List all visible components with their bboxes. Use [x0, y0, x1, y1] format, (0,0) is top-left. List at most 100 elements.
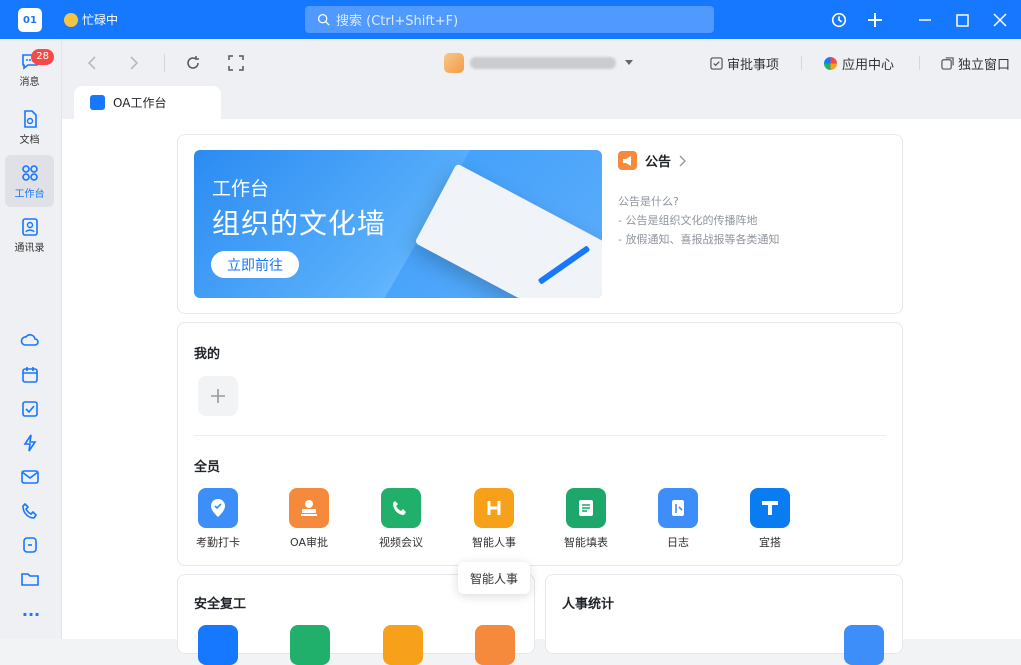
all-section-title: 全员 [194, 460, 221, 475]
sidebar-item-workbench[interactable]: 工作台 [5, 155, 54, 207]
app-smart-form[interactable]: 智能填表 [551, 488, 621, 550]
standalone-window-button[interactable]: 独立窗口 [941, 54, 1010, 73]
more-icon[interactable]: ··· [20, 605, 42, 624]
app-log[interactable]: 日志 [643, 488, 713, 550]
notice-line: 公告是什么? [618, 195, 679, 208]
banner-title: 工作台 [212, 178, 270, 200]
form-icon [566, 488, 606, 528]
stats-app-icon[interactable] [844, 625, 884, 665]
org-logo [444, 53, 464, 73]
main-content: 工作台 组织的文化墙 立即前往 公告 公告是什么? - 公告是组织文化的传播阵地… [62, 119, 1021, 665]
workbench-tab-icon [90, 95, 105, 110]
app-center-button[interactable]: 应用中心 [824, 54, 894, 73]
calendar-icon[interactable] [20, 365, 40, 385]
status-indicator[interactable]: 忙碌中 [64, 11, 118, 28]
document-icon [23, 109, 37, 128]
sidebar-item-label: 工作台 [14, 188, 45, 200]
title-bar: 01 忙碌中 搜索 (Ctrl+Shift+F) [0, 0, 1021, 39]
video-call-icon [381, 488, 421, 528]
app-attendance[interactable]: 考勤打卡 [183, 488, 253, 550]
log-icon [658, 488, 698, 528]
add-icon[interactable] [864, 9, 886, 31]
lightning-icon[interactable] [20, 433, 40, 453]
search-input[interactable]: 搜索 (Ctrl+Shift+F) [305, 6, 714, 33]
standalone-window-icon [941, 57, 954, 70]
forward-icon[interactable] [128, 56, 140, 70]
tab-label: OA工作台 [113, 96, 167, 110]
tab-oa-workbench[interactable]: OA工作台 [74, 86, 221, 119]
todo-icon[interactable] [20, 399, 40, 419]
sidebar-item-documents[interactable]: 文档 [5, 101, 54, 153]
back-icon[interactable] [86, 56, 98, 70]
apps-card: 我的 全员 考勤打卡 OA审批 视频会议 智能人事 智能填表 日志 宜搭 [177, 322, 903, 566]
sidebar-item-messages[interactable]: 消息 28 [5, 43, 54, 95]
approval-label: 审批事项 [727, 58, 780, 73]
heart-app-icon[interactable] [383, 625, 423, 665]
tab-bar: OA工作台 [62, 86, 1021, 119]
standalone-window-label: 独立窗口 [958, 58, 1011, 73]
sidebar-item-label: 文档 [19, 134, 40, 146]
cloud-icon[interactable] [20, 331, 40, 351]
org-name-redacted [470, 57, 616, 69]
drive-icon[interactable] [20, 535, 40, 555]
notice-line: - 放假通知、喜报战报等各类通知 [618, 233, 780, 246]
app-label: 日志 [667, 536, 689, 549]
sidebar-item-contacts[interactable]: 通讯录 [5, 209, 54, 261]
add-app-button[interactable] [198, 376, 238, 416]
status-label: 忙碌中 [82, 13, 119, 27]
close-icon[interactable] [989, 9, 1011, 31]
search-placeholder: 搜索 (Ctrl+Shift+F) [336, 14, 459, 29]
sidebar-item-label: 通讯录 [14, 242, 45, 254]
status-face-icon [64, 12, 78, 27]
app-smart-hr[interactable]: 智能人事 [459, 488, 529, 550]
megaphone-icon [618, 151, 637, 170]
divider [194, 435, 886, 436]
toolbar: 审批事项 应用中心 独立窗口 [62, 39, 1021, 89]
app-video-meeting[interactable]: 视频会议 [366, 488, 436, 550]
culture-wall-banner[interactable]: 工作台 组织的文化墙 立即前往 [194, 150, 602, 298]
location-pin-icon [198, 488, 238, 528]
sidebar-item-label: 消息 [19, 76, 40, 88]
app-label: 智能人事 [472, 536, 516, 549]
divider [164, 54, 165, 72]
folder-icon[interactable] [20, 569, 40, 589]
notice-title: 公告 [645, 155, 672, 170]
app-label: 智能填表 [564, 536, 608, 549]
contacts-icon [21, 217, 38, 236]
phone-icon[interactable] [20, 501, 40, 521]
tooltip: 智能人事 [458, 562, 530, 594]
divider [919, 56, 920, 70]
maximize-icon[interactable] [951, 9, 973, 31]
mail-icon[interactable] [20, 467, 40, 487]
notice-header[interactable]: 公告 [618, 151, 687, 170]
notice-description: 公告是什么? - 公告是组织文化的传播阵地 - 放假通知、喜报战报等各类通知 [618, 192, 779, 249]
unread-badge: 28 [31, 49, 54, 65]
divider [801, 56, 802, 70]
tools-app-icon[interactable] [475, 625, 515, 665]
fullscreen-icon[interactable] [228, 55, 244, 71]
search-icon [317, 13, 330, 26]
app-label: 考勤打卡 [196, 536, 240, 549]
hr-stats-section-title: 人事统计 [562, 597, 615, 612]
chevron-right-icon [679, 155, 687, 166]
yida-icon [750, 488, 790, 528]
health-app-icon[interactable] [290, 625, 330, 665]
mine-section-title: 我的 [194, 347, 221, 362]
refresh-icon[interactable] [185, 55, 201, 71]
safety-section-title: 安全复工 [194, 597, 247, 612]
minimize-icon[interactable] [914, 9, 936, 31]
smart-hr-icon [474, 488, 514, 528]
avatar[interactable]: 01 [18, 8, 42, 32]
app-center-icon [824, 57, 837, 70]
app-label: 视频会议 [379, 536, 423, 549]
chevron-down-icon[interactable] [624, 59, 634, 67]
sidebar: 消息 28 文档 工作台 通讯录 ··· [0, 39, 62, 639]
go-now-button[interactable]: 立即前往 [211, 251, 299, 278]
app-oa-approval[interactable]: OA审批 [274, 488, 344, 550]
app-label: 宜搭 [759, 536, 781, 549]
safety-app-icon[interactable] [198, 625, 238, 665]
history-icon[interactable] [828, 9, 850, 31]
approval-button[interactable]: 审批事项 [710, 54, 779, 73]
notice-line: - 公告是组织文化的传播阵地 [618, 214, 758, 227]
app-yida[interactable]: 宜搭 [735, 488, 805, 550]
